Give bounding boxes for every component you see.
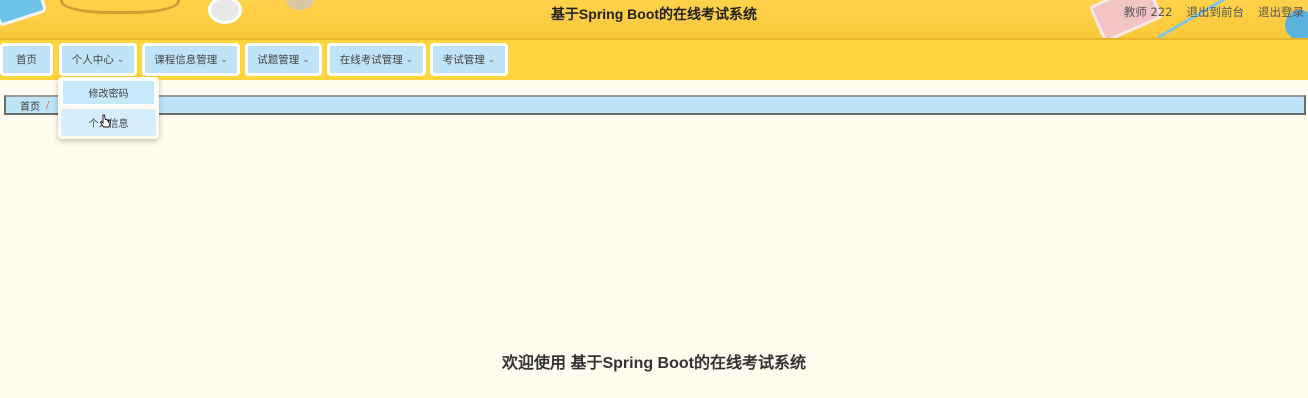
chevron-down-icon: ⌄ xyxy=(116,54,125,65)
top-header: 基于Spring Boot的在线考试系统 教师 222 退出到前台 退出登录 xyxy=(0,0,1308,40)
top-links: 教师 222 退出到前台 退出登录 xyxy=(1124,4,1304,20)
main-nav: 首页 个人中心 ⌄ 课程信息管理 ⌄ 试题管理 ⌄ 在线考试管理 ⌄ 考试管理 … xyxy=(0,40,1308,80)
breadcrumb: 首页 / xyxy=(4,95,1306,115)
welcome-message: 欢迎使用 基于Spring Boot的在线考试系统 xyxy=(502,355,806,372)
nav-item-label: 首页 xyxy=(16,54,37,66)
nav-item-label: 试题管理 xyxy=(257,54,300,66)
chevron-down-icon: ⌄ xyxy=(302,54,310,65)
logout-link[interactable]: 退出登录 xyxy=(1258,4,1304,20)
nav-item-online-exam[interactable]: 在线考试管理 ⌄ xyxy=(327,43,426,76)
nav-item-label: 在线考试管理 xyxy=(339,54,403,66)
nav-item-exam-mgmt[interactable]: 考试管理 ⌄ xyxy=(430,43,508,76)
menu-item-change-password[interactable]: 修改密码 xyxy=(61,79,156,106)
site-title: 基于Spring Boot的在线考试系统 xyxy=(550,6,758,22)
nav-item-label: 个人中心 xyxy=(71,54,114,66)
breadcrumb-separator: / xyxy=(46,99,50,111)
back-to-front-link[interactable]: 退出到前台 xyxy=(1187,4,1245,20)
personal-center-dropdown: 修改密码 个人信息 xyxy=(58,77,159,139)
pointer-cursor-icon xyxy=(100,114,111,128)
nav-item-course-info[interactable]: 课程信息管理 ⌄ xyxy=(142,43,240,76)
breadcrumb-home[interactable]: 首页 xyxy=(20,98,40,113)
nav-item-personal-center[interactable]: 个人中心 ⌄ xyxy=(59,43,137,76)
chevron-down-icon: ⌄ xyxy=(405,54,414,65)
nav-item-label: 考试管理 xyxy=(442,54,485,66)
nav-item-label: 课程信息管理 xyxy=(154,54,218,66)
menu-item-label: 修改密码 xyxy=(88,89,129,100)
chevron-down-icon: ⌄ xyxy=(487,54,496,65)
chevron-down-icon: ⌄ xyxy=(220,54,228,65)
nav-item-question-mgmt[interactable]: 试题管理 ⌄ xyxy=(245,43,322,76)
user-label: 教师 222 xyxy=(1123,5,1173,19)
nav-item-home[interactable]: 首页 xyxy=(0,43,53,76)
